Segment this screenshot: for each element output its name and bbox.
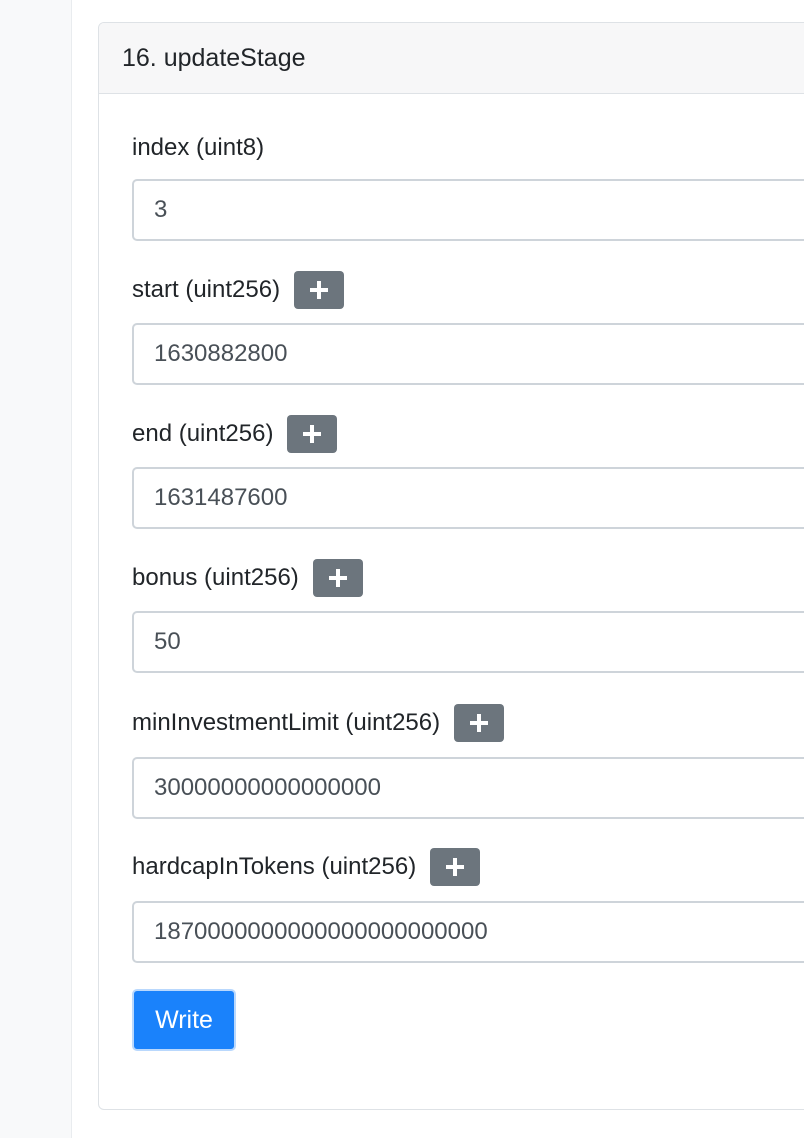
min-investment-limit-add-button[interactable] [454,704,505,742]
start-add-button[interactable] [294,271,345,309]
field-label-text: minInvestmentLimit (uint256) [132,709,441,736]
field-label-index: index (uint8) [132,128,264,168]
field-label-hardcap-in-tokens: hardcapInTokens (uint256) [132,847,481,887]
hardcap-in-tokens-input[interactable] [132,901,804,963]
plus-icon [446,858,465,876]
bonus-input[interactable] [132,611,804,673]
plus-icon [303,425,322,443]
function-card-header[interactable]: 16. updateStage [99,23,804,94]
index-input[interactable] [132,179,804,241]
end-add-button[interactable] [287,415,338,453]
start-input[interactable] [132,323,804,385]
field-label-text: hardcapInTokens (uint256) [132,853,417,880]
field-label-text: end (uint256) [132,420,274,447]
left-gutter [0,0,72,1138]
plus-icon [470,714,489,732]
field-label-text: start (uint256) [132,276,281,303]
field-label-bonus: bonus (uint256) [132,558,363,598]
field-label-end: end (uint256) [132,414,338,454]
write-button[interactable]: Write [132,989,236,1051]
field-label-text: index (uint8) [132,134,265,161]
bonus-add-button[interactable] [312,559,363,597]
hardcap-in-tokens-add-button[interactable] [430,848,481,886]
end-input[interactable] [132,467,804,529]
field-label-start: start (uint256) [132,270,345,310]
function-title: 16. updateStage [122,43,306,72]
plus-icon [328,569,347,587]
function-card-update-stage: 16. updateStage index (uint8) start (uin… [98,22,804,1110]
field-label-text: bonus (uint256) [132,564,299,591]
plus-icon [310,281,329,299]
min-investment-limit-input[interactable] [132,757,804,819]
field-label-min-investment-limit: minInvestmentLimit (uint256) [132,703,505,743]
